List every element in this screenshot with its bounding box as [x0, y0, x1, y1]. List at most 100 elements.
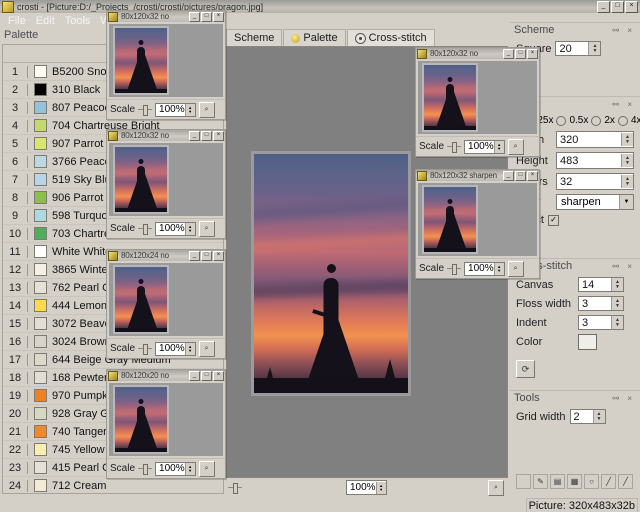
preview-close-button[interactable]: × — [527, 170, 538, 181]
preview-minimize-button[interactable]: _ — [503, 48, 514, 59]
diag-icon[interactable]: ╱ — [618, 474, 633, 489]
preview-maximize-button[interactable]: □ — [201, 370, 212, 381]
color-swatch-button[interactable] — [578, 334, 597, 350]
preview-minimize-button[interactable]: _ — [189, 250, 200, 261]
radio-4x[interactable] — [617, 115, 628, 126]
preview-scale-field[interactable]: 100% ▲ ▼ — [155, 221, 196, 236]
indent-field[interactable]: 3 ▲ ▼ — [578, 315, 624, 330]
canvas-stepper[interactable]: ▲ ▼ — [611, 278, 623, 291]
fill-icon[interactable]: ▤ — [550, 474, 565, 489]
scheme-square-field[interactable]: 20 ▲ ▼ — [555, 41, 602, 56]
preview-canvas[interactable] — [109, 383, 223, 456]
preview-scale-stepper[interactable]: ▲ ▼ — [184, 222, 195, 235]
colors-field[interactable]: 32 ▲ ▼ — [556, 173, 634, 190]
zoom-slider[interactable] — [228, 482, 346, 494]
width-field[interactable]: 320 ▲ ▼ — [556, 131, 634, 148]
preview-title-bar[interactable]: 80x120x24 no _ □ × — [107, 250, 225, 261]
preview-scale-stepper[interactable]: ▲ ▼ — [493, 262, 504, 275]
minimize-button[interactable]: _ — [597, 0, 610, 13]
preview-scale-stepper[interactable]: ▲ ▼ — [493, 140, 504, 153]
preview-title-bar[interactable]: 80x120x20 no _ □ × — [107, 370, 225, 381]
preview-scale-slider[interactable] — [138, 343, 153, 355]
width-stepper[interactable]: ▲ ▼ — [621, 133, 633, 146]
colors-stepper[interactable]: ▲ ▼ — [621, 175, 633, 188]
preview-scale-slider[interactable] — [138, 104, 153, 116]
preview-scale-slider[interactable] — [138, 223, 153, 235]
menu-file[interactable]: File — [3, 14, 31, 28]
preview-window[interactable]: 80x120x32 no _ □ × Scale 100% ▲ ▼ ⌕ — [106, 10, 226, 120]
preview-minimize-button[interactable]: _ — [503, 170, 514, 181]
preview-maximize-button[interactable]: □ — [201, 130, 212, 141]
zoom-value-field[interactable]: 100% ▲ ▼ — [346, 480, 387, 495]
canvas-field[interactable]: 14 ▲ ▼ — [578, 277, 624, 292]
tab-palette[interactable]: Palette — [283, 29, 346, 46]
preview-maximize-button[interactable]: □ — [201, 250, 212, 261]
picture-document-window[interactable] — [251, 151, 411, 396]
zoom-fit-button[interactable]: ⌕ — [488, 479, 504, 496]
grid-width-field[interactable]: 2 ▲ ▼ — [569, 409, 606, 424]
preview-window[interactable]: 80x120x32 no _ □ × Scale 100% ▲ ▼ ⌕ — [106, 129, 226, 239]
preview-scale-slider[interactable] — [447, 141, 462, 153]
zoom-stepper[interactable]: ▲ ▼ — [375, 481, 386, 494]
preview-canvas[interactable] — [109, 263, 223, 336]
grid-width-stepper[interactable]: ▲ ▼ — [592, 410, 605, 423]
indent-stepper[interactable]: ▲ ▼ — [611, 316, 623, 329]
height-stepper[interactable]: ▲ ▼ — [621, 154, 633, 167]
preview-scale-stepper[interactable]: ▲ ▼ — [184, 342, 195, 355]
radio-0-5x[interactable] — [556, 115, 567, 126]
effect-checkbox[interactable]: ✓ — [547, 214, 559, 226]
chevron-down-icon[interactable]: ▼ — [619, 195, 633, 209]
preview-close-button[interactable]: × — [213, 250, 224, 261]
circle-icon[interactable]: ○ — [584, 474, 599, 489]
preview-scale-field[interactable]: 100% ▲ ▼ — [155, 461, 196, 476]
tools-panel-buttons[interactable]: ⚯ × — [612, 394, 640, 403]
preview-canvas[interactable] — [418, 61, 537, 134]
preview-scale-field[interactable]: 100% ▲ ▼ — [155, 102, 196, 117]
close-button[interactable]: × — [625, 0, 638, 13]
preview-minimize-button[interactable]: _ — [189, 130, 200, 141]
scheme-panel-buttons[interactable]: ⚯ × — [612, 26, 640, 35]
preview-window[interactable]: 80x120x32 no _ □ × Scale 100% ▲ ▼ ⌕ — [415, 47, 540, 157]
preview-title-bar[interactable]: 80x120x32 no _ □ × — [416, 48, 539, 59]
tab-scheme[interactable]: Scheme — [226, 29, 283, 46]
preview-maximize-button[interactable]: □ — [515, 170, 526, 181]
preview-scale-slider[interactable] — [138, 463, 153, 475]
scheme-square-stepper[interactable]: ▲ ▼ — [588, 42, 601, 55]
preview-close-button[interactable]: × — [213, 11, 224, 22]
preview-window[interactable]: 80x120x32 sharpen _ □ × Scale 100% ▲ ▼ ⌕ — [415, 169, 540, 279]
preview-canvas[interactable] — [109, 143, 223, 216]
preview-scale-field[interactable]: 100% ▲ ▼ — [464, 261, 505, 276]
magnifier-icon[interactable]: ⌕ — [198, 460, 215, 477]
preview-title-bar[interactable]: 80x120x32 no _ □ × — [107, 11, 225, 22]
preview-maximize-button[interactable]: □ — [201, 11, 212, 22]
pencil-icon[interactable]: ✎ — [533, 474, 548, 489]
menu-tools[interactable]: Tools — [60, 14, 96, 28]
line-icon[interactable]: ╱ — [601, 474, 616, 489]
maximize-button[interactable]: □ — [611, 0, 624, 13]
radio-2x[interactable] — [591, 115, 602, 126]
floss-stepper[interactable]: ▲ ▼ — [611, 297, 623, 310]
size-panel-buttons[interactable]: ⚯ × — [612, 100, 640, 109]
preview-scale-field[interactable]: 100% ▲ ▼ — [464, 139, 505, 154]
table-row[interactable]: 24 712 Cream — [3, 477, 223, 493]
preview-close-button[interactable]: × — [213, 130, 224, 141]
preview-close-button[interactable]: × — [213, 370, 224, 381]
preview-scale-field[interactable]: 100% ▲ ▼ — [155, 341, 196, 356]
preview-maximize-button[interactable]: □ — [515, 48, 526, 59]
preview-minimize-button[interactable]: _ — [189, 370, 200, 381]
preview-close-button[interactable]: × — [527, 48, 538, 59]
preview-canvas[interactable] — [109, 24, 223, 97]
magnifier-icon[interactable]: ⌕ — [198, 101, 215, 118]
select-icon[interactable] — [516, 474, 531, 489]
preview-window[interactable]: 80x120x20 no _ □ × Scale 100% ▲ ▼ ⌕ — [106, 369, 226, 479]
magnifier-icon[interactable]: ⌕ — [507, 260, 524, 277]
preview-title-bar[interactable]: 80x120x32 sharpen _ □ × — [416, 170, 539, 181]
menu-edit[interactable]: Edit — [31, 14, 60, 28]
tab-cross-stitch[interactable]: Cross-stitch — [346, 29, 435, 46]
floss-field[interactable]: 3 ▲ ▼ — [578, 296, 624, 311]
grid-icon[interactable]: ▦ — [567, 474, 582, 489]
magnifier-icon[interactable]: ⌕ — [198, 220, 215, 237]
preview-scale-stepper[interactable]: ▲ ▼ — [184, 103, 195, 116]
height-field[interactable]: 483 ▲ ▼ — [556, 152, 634, 169]
filter-dropdown[interactable]: sharpen ▼ — [556, 194, 634, 210]
